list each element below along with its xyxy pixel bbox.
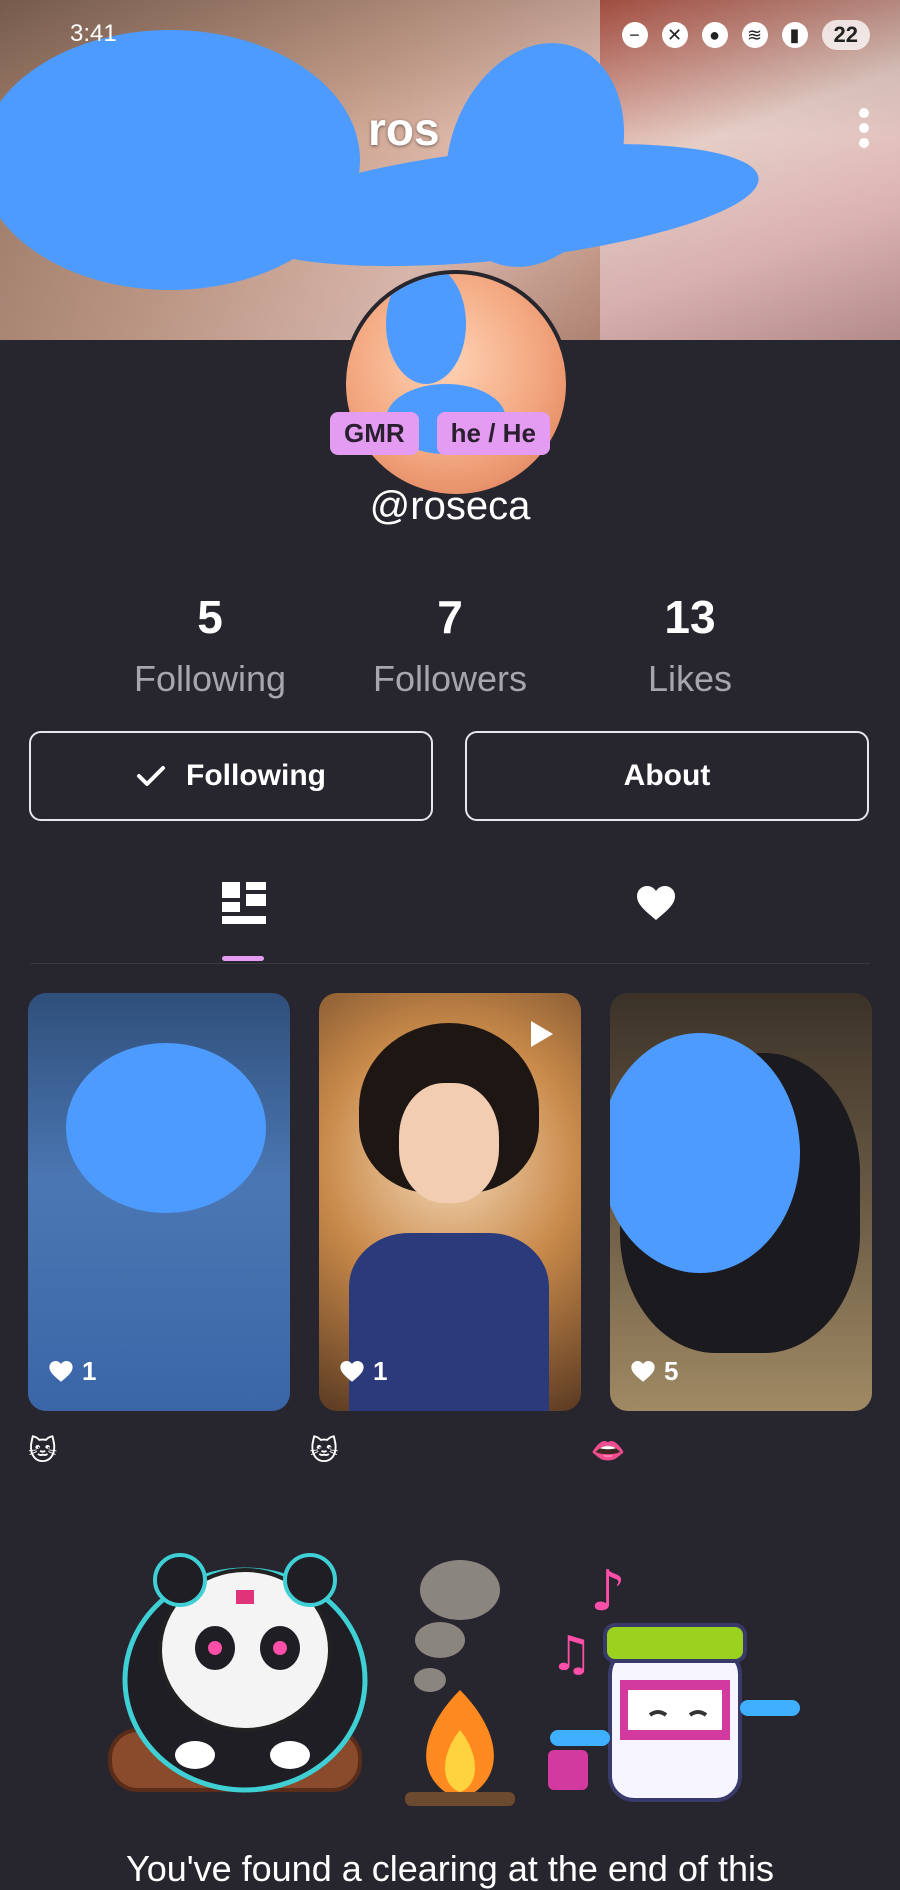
heart-icon <box>631 1360 655 1382</box>
checkmark-icon <box>137 766 166 786</box>
post-thumbnail[interactable]: 5 <box>610 993 872 1411</box>
post-likes: 1 <box>339 1356 387 1387</box>
stat-value: 13 <box>664 591 716 643</box>
status-time: 3:41 <box>70 20 117 47</box>
heart-icon <box>340 1360 364 1382</box>
end-of-feed-illustration: ♪ ♫ <box>108 1553 800 1806</box>
post-likes-count: 1 <box>373 1356 388 1386</box>
stat-value: 7 <box>437 591 463 643</box>
post-emoji: 🐱 <box>309 1435 339 1466</box>
tag-badge: GMR <box>330 412 419 455</box>
svg-text:♫: ♫ <box>550 1626 593 1682</box>
post-thumbnail[interactable]: 1 <box>319 993 581 1411</box>
about-button-label: About <box>623 759 711 792</box>
end-of-feed-message: You've found a clearing at the end of th… <box>125 1848 775 1889</box>
svg-text:♪: ♪ <box>590 1559 626 1624</box>
tab-posts[interactable] <box>222 880 266 931</box>
stat-following[interactable]: 5 Following <box>100 590 320 700</box>
profile-tags: GMR he / He <box>330 412 550 455</box>
post-grid: 1 1 5 <box>28 993 872 1411</box>
redaction-scribble <box>66 1043 266 1213</box>
active-tab-indicator <box>222 956 264 961</box>
profile-handle: @roseca <box>369 484 531 528</box>
location-icon: ● <box>701 22 728 48</box>
tab-liked[interactable] <box>636 886 676 927</box>
following-button[interactable]: Following <box>29 731 433 821</box>
stat-value: 5 <box>197 591 223 643</box>
campfire <box>405 1560 515 1806</box>
post-likes-count: 1 <box>82 1356 97 1386</box>
video-play-icon <box>531 1021 553 1047</box>
stat-label: Likes <box>647 658 733 699</box>
post-likes-count: 5 <box>664 1356 679 1386</box>
post-emoji-row: 🐱 🐱 👄 <box>28 1434 872 1467</box>
heart-icon <box>637 886 675 920</box>
more-options-icon[interactable] <box>858 108 870 148</box>
profile-stats: 5 Following 7 Followers 13 Likes <box>100 590 800 700</box>
following-button-label: Following <box>186 759 326 792</box>
mute-icon: ✕ <box>661 22 688 48</box>
content-tabs <box>0 880 900 964</box>
page-title: ros <box>368 103 440 155</box>
dnd-icon: − <box>621 22 648 48</box>
stat-label: Following <box>133 658 287 699</box>
avatar[interactable] <box>342 270 570 498</box>
pronoun-badge: he / He <box>436 412 550 455</box>
heart-icon <box>49 1360 73 1382</box>
signal-icon: ▮ <box>781 22 808 48</box>
panda-character <box>122 1553 368 1793</box>
stat-likes[interactable]: 13 Likes <box>580 590 800 700</box>
post-thumbnail[interactable]: 1 <box>28 993 290 1411</box>
wifi-icon: ≋ <box>741 22 768 48</box>
post-emoji: 👄 <box>590 1435 626 1466</box>
post-likes: 1 <box>48 1356 96 1387</box>
grid-layout-icon <box>222 882 266 924</box>
redaction-scribble <box>386 274 466 384</box>
status-bar: − ✕ ● ≋ ▮ 22 <box>621 20 870 50</box>
stat-followers[interactable]: 7 Followers <box>340 590 560 700</box>
tab-divider <box>30 963 870 964</box>
post-emoji: 🐱 <box>28 1435 58 1466</box>
post-likes: 5 <box>630 1356 678 1387</box>
battery-indicator: 22 <box>821 20 870 50</box>
about-button[interactable]: About <box>465 731 869 821</box>
stat-label: Followers <box>372 658 528 699</box>
